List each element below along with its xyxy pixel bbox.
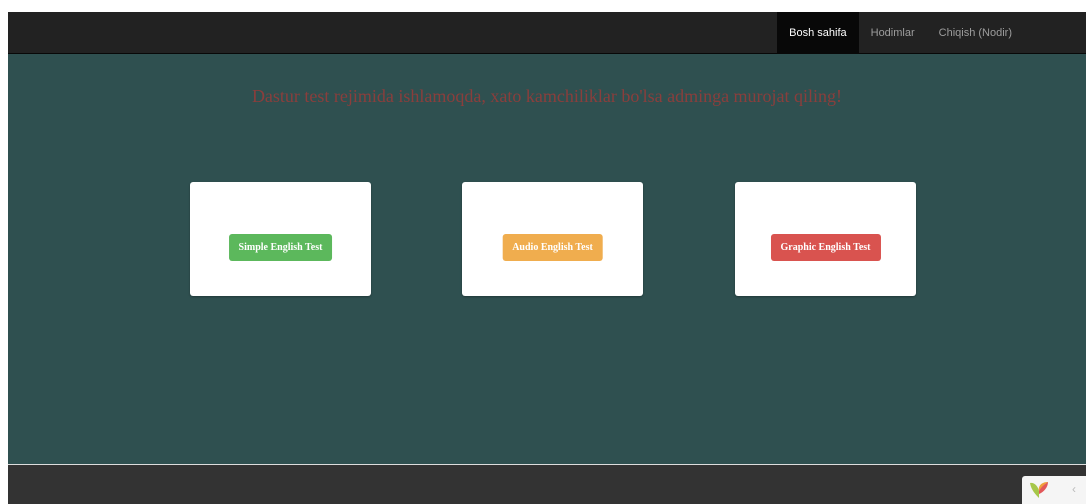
nav-item-bosh-sahifa[interactable]: Bosh sahifa xyxy=(777,12,859,54)
test-card-audio: Audio English Test xyxy=(462,182,643,296)
main-content: Dastur test rejimida ishlamoqda, xato ka… xyxy=(8,54,1086,464)
graphic-english-test-button[interactable]: Graphic English Test xyxy=(770,234,881,261)
test-card-simple: Simple English Test xyxy=(190,182,371,296)
nav-item-hodimlar[interactable]: Hodimlar xyxy=(859,12,927,54)
notice-text: Dastur test rejimida ishlamoqda, xato ka… xyxy=(251,86,843,106)
navbar-menu: Bosh sahifa Hodimlar Chiqish (Nodir) xyxy=(777,12,1024,54)
top-navbar: Bosh sahifa Hodimlar Chiqish (Nodir) xyxy=(8,12,1086,54)
yii-logo-icon xyxy=(1030,482,1048,498)
footer xyxy=(8,464,1086,504)
chevron-left-icon[interactable]: ‹ xyxy=(1072,482,1076,496)
audio-english-test-button[interactable]: Audio English Test xyxy=(502,234,603,261)
simple-english-test-button[interactable]: Simple English Test xyxy=(228,234,333,261)
nav-item-chiqish[interactable]: Chiqish (Nodir) xyxy=(927,12,1024,54)
debug-toolbar-toggle[interactable]: ‹ xyxy=(1022,476,1086,504)
test-card-graphic: Graphic English Test xyxy=(735,182,916,296)
